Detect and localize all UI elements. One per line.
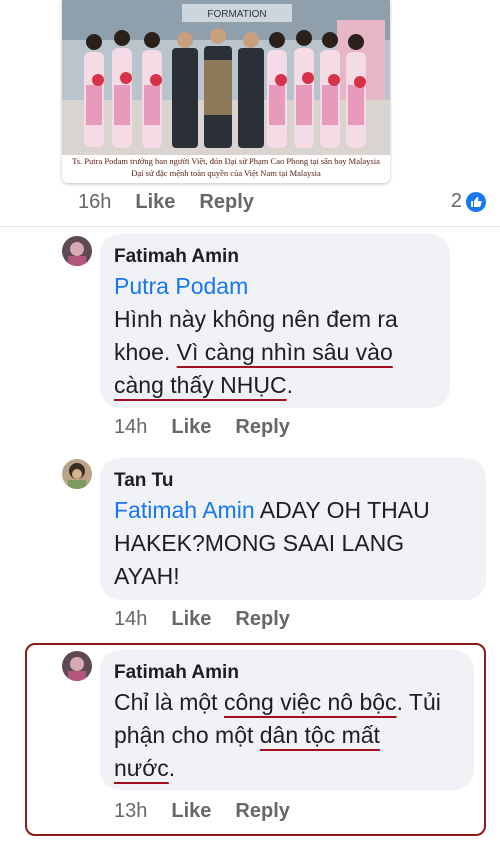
- comment-text: Fatimah Amin ADAY OH THAU HAKEK?MONG SAA…: [114, 494, 472, 593]
- underlined-text: dân tộc mất: [259, 722, 380, 748]
- shared-photo[interactable]: FORMATION Ts. Putra Podam trưởng ban ngư…: [62, 0, 390, 183]
- comment-time[interactable]: 14h: [114, 416, 147, 439]
- comment-reply-button[interactable]: Reply: [235, 608, 289, 631]
- underlined-text: công việc nô bộc: [223, 689, 397, 715]
- comment-author[interactable]: Tan Tu: [114, 468, 472, 494]
- mention-link[interactable]: Fatimah Amin: [114, 497, 255, 523]
- comment-author[interactable]: Fatimah Amin: [114, 244, 436, 270]
- underlined-text: Vì càng nhìn sâu vào: [176, 339, 393, 365]
- avatar[interactable]: [62, 651, 92, 681]
- comment-text-part: .: [168, 755, 176, 781]
- comment-reply-button[interactable]: Reply: [235, 800, 289, 823]
- comment-reply-button[interactable]: Reply: [235, 416, 289, 439]
- comment-time[interactable]: 13h: [114, 800, 147, 823]
- underlined-text: càng thấy NHỤC: [114, 372, 287, 398]
- avatar[interactable]: [62, 459, 92, 489]
- comment-text-part: Chỉ là một: [114, 689, 224, 715]
- comment-time[interactable]: 14h: [114, 608, 147, 631]
- caption-line-1: Ts. Putra Podam trưởng ban người Việt, đ…: [72, 156, 380, 166]
- reaction-count-value: 2: [450, 190, 462, 212]
- mention-link[interactable]: Putra Podam: [114, 270, 436, 303]
- comment-actions-row: 14h Like Reply: [114, 608, 314, 631]
- reaction-count[interactable]: 2: [451, 190, 486, 213]
- comment-like-button[interactable]: Like: [171, 800, 211, 823]
- post-time[interactable]: 16h: [78, 191, 111, 214]
- comment-actions-row: 13h Like Reply: [114, 800, 314, 823]
- comment-like-button[interactable]: Like: [171, 416, 211, 439]
- comment-like-button[interactable]: Like: [171, 608, 211, 631]
- comment-actions-row: 14h Like Reply: [114, 416, 314, 439]
- caption-line-2: Đại sứ đặc mệnh toàn quyền của Việt Nam …: [131, 168, 321, 178]
- banner-text: FORMATION: [207, 9, 266, 20]
- like-reaction-icon: [466, 191, 486, 212]
- comment-text: Chỉ là một công việc nô bộc. Tủi phận ch…: [114, 686, 460, 785]
- divider: [0, 226, 500, 227]
- post-like-button[interactable]: Like: [135, 191, 175, 214]
- comment-author[interactable]: Fatimah Amin: [114, 660, 460, 686]
- comment-bubble: Fatimah Amin Chỉ là một công việc nô bộc…: [100, 650, 474, 790]
- avatar[interactable]: [62, 236, 92, 266]
- photo-caption: Ts. Putra Podam trưởng ban người Việt, đ…: [62, 155, 390, 183]
- comment-text: Putra Podam Hình này không nên đem ra kh…: [114, 270, 436, 402]
- comment-bubble: Tan Tu Fatimah Amin ADAY OH THAU HAKEK?M…: [100, 458, 486, 600]
- post-reply-button[interactable]: Reply: [199, 191, 253, 214]
- underlined-text: nước: [114, 755, 169, 781]
- post-actions-row: 16h Like Reply: [78, 191, 278, 214]
- comment-bubble: Fatimah Amin Putra Podam Hình này không …: [100, 234, 450, 408]
- comment-text-part: .: [286, 372, 293, 398]
